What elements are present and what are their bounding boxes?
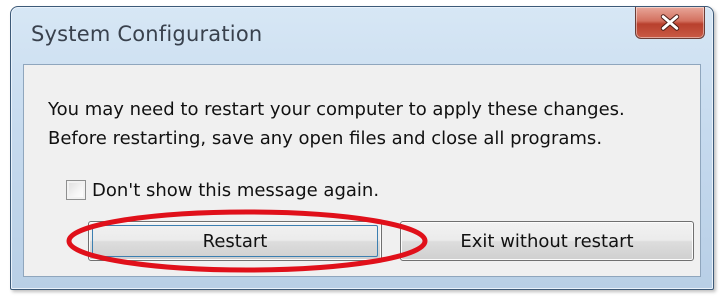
close-button[interactable]	[635, 7, 705, 39]
title-bar[interactable]: System Configuration	[11, 7, 713, 63]
restart-button-label: Restart	[202, 230, 268, 252]
dont-show-again-option[interactable]: Don't show this message again.	[66, 177, 379, 203]
restart-button[interactable]: Restart	[88, 221, 382, 261]
message-line-2: Before restarting, save any open files a…	[48, 128, 603, 149]
window-title: System Configuration	[31, 22, 263, 46]
message-line-1: You may need to restart your computer to…	[48, 99, 625, 120]
dont-show-again-label[interactable]: Don't show this message again.	[92, 180, 379, 201]
exit-without-restart-label: Exit without restart	[460, 230, 634, 252]
dont-show-again-checkbox[interactable]	[66, 180, 86, 200]
restart-message: You may need to restart your computer to…	[48, 95, 625, 153]
close-icon	[660, 14, 680, 31]
exit-without-restart-button[interactable]: Exit without restart	[400, 221, 694, 261]
